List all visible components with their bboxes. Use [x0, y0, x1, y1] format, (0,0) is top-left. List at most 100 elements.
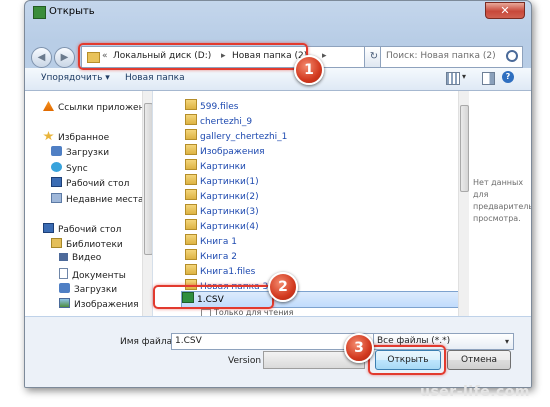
sidebar-item-downloads[interactable]: Загрузки [51, 146, 109, 158]
file-name: Картинки(1) [200, 177, 259, 187]
sidebar-item-label: Избранное [58, 133, 110, 143]
file-name: Книга 1 [200, 237, 237, 247]
sidebar-item-sync[interactable]: Sync [51, 162, 88, 174]
sidebar-item-downloads-lib[interactable]: Загрузки [59, 283, 117, 295]
close-button[interactable]: ✕ [485, 2, 525, 19]
downloads-icon [51, 146, 62, 156]
filename-label: Имя файла: [120, 337, 176, 347]
highlight-selected-file [153, 285, 274, 309]
callout-badge-1: 1 [294, 55, 324, 85]
sidebar-item-label: Рабочий стол [66, 179, 130, 189]
scrollbar-thumb[interactable] [460, 105, 469, 192]
folder-icon [185, 174, 197, 185]
pictures-icon [59, 298, 70, 308]
folder-icon [185, 189, 197, 200]
sidebar-item-desktop-root[interactable]: Рабочий стол [43, 223, 121, 235]
folder-icon [185, 144, 197, 155]
sidebar-item-label: Библиотеки [66, 240, 123, 250]
file-name: Книга1.files [200, 267, 256, 277]
folder-icon [185, 159, 197, 170]
view-options-icon[interactable] [446, 72, 460, 85]
sidebar-item-label: Ссылки приложени [58, 103, 151, 113]
list-item[interactable]: chertezhi_9 [185, 114, 252, 129]
search-icon [506, 50, 518, 62]
sidebar-item-label: Недавние места [66, 195, 144, 205]
list-item[interactable]: Картинки(3) [185, 204, 259, 219]
window-title: Открыть [49, 6, 95, 17]
sidebar-item-label: Sync [66, 164, 88, 174]
file-name: Картинки [200, 162, 246, 172]
sidebar-item-video[interactable]: Видео [59, 253, 101, 263]
documents-icon [59, 268, 68, 279]
list-item[interactable]: Картинки(4) [185, 219, 259, 234]
organize-button[interactable]: Упорядочить ▾ [41, 73, 110, 83]
new-folder-button[interactable]: Новая папка [125, 73, 185, 83]
list-item[interactable]: Книга1.files [185, 264, 255, 279]
list-item[interactable]: 599.files [185, 99, 238, 114]
list-item[interactable]: Изображения [185, 144, 265, 159]
sidebar-item-label: Документы [72, 271, 126, 281]
folder-icon [185, 114, 197, 125]
list-item[interactable]: Картинки(2) [185, 189, 259, 204]
file-list: 599.files chertezhi_9 gallery_chertezhi_… [153, 91, 468, 316]
sidebar-item-label: Загрузки [74, 285, 118, 295]
chevron-down-icon: ▾ [504, 337, 509, 346]
readonly-checkbox[interactable] [201, 309, 211, 316]
sync-icon [51, 162, 62, 172]
file-name: gallery_chertezhi_1 [200, 132, 288, 142]
back-button[interactable]: ◀ [31, 47, 52, 68]
downloads-icon [59, 283, 70, 293]
folder-icon [185, 204, 197, 215]
list-item[interactable]: Книга 1 [185, 234, 237, 249]
sidebar-item-label: Изображения [74, 300, 139, 310]
list-item[interactable]: Картинки(1) [185, 174, 259, 189]
folder-icon [185, 99, 197, 110]
site-watermark: user-life.com [420, 384, 531, 400]
preview-pane: Нет данных для предварительного просмотр… [469, 91, 531, 316]
cancel-button[interactable]: Отмена [447, 350, 511, 370]
star-icon [43, 131, 54, 141]
navigation-scrollbar[interactable] [142, 91, 152, 316]
version-label: Version [228, 356, 262, 366]
desktop-icon [43, 223, 54, 233]
folder-icon [185, 264, 197, 275]
sidebar-item-documents[interactable]: Документы [59, 268, 126, 281]
sidebar-item-recent[interactable]: Недавние места [51, 193, 144, 205]
search-input[interactable]: Поиск: Новая папка (2) [386, 51, 496, 61]
vlc-icon [43, 101, 54, 111]
file-list-scrollbar[interactable] [458, 91, 469, 316]
file-name: Книга 2 [200, 252, 237, 262]
breadcrumb-separator-end[interactable]: ▸ [322, 51, 327, 61]
file-name: Картинки(2) [200, 192, 259, 202]
file-name: Изображения [200, 147, 265, 157]
recent-places-icon [51, 193, 62, 203]
file-name: Картинки(3) [200, 207, 259, 217]
command-bar: Упорядочить ▾ Новая папка ▾ ? [25, 68, 531, 91]
libraries-icon [51, 238, 62, 248]
preview-message: Нет данных для предварительного просмотр… [473, 178, 532, 223]
sidebar-item-images[interactable]: Изображения [59, 298, 139, 310]
search-box[interactable]: Поиск: Новая папка (2) [380, 46, 523, 68]
sidebar-item-desktop[interactable]: Рабочий стол [51, 177, 129, 189]
title-bar: Открыть ✕ [25, 1, 531, 23]
scrollbar-thumb[interactable] [144, 103, 152, 255]
sidebar-item-favorites[interactable]: Избранное [43, 131, 109, 143]
sidebar-item-label: Рабочий стол [58, 225, 122, 235]
highlight-address-bar [78, 43, 308, 70]
help-icon[interactable]: ? [502, 71, 514, 83]
sidebar-item-libraries[interactable]: Библиотеки [51, 238, 123, 250]
video-icon [59, 253, 68, 261]
preview-pane-icon[interactable] [482, 72, 495, 85]
app-icon [33, 6, 46, 19]
readonly-label: Только для чтения [214, 308, 294, 316]
sidebar-item-app-links[interactable]: Ссылки приложени [43, 101, 150, 113]
forward-button[interactable]: ▶ [54, 47, 75, 68]
file-name: Картинки(4) [200, 222, 259, 232]
folder-icon [185, 249, 197, 260]
list-item[interactable]: Книга 2 [185, 249, 237, 264]
view-dropdown-arrow[interactable]: ▾ [462, 72, 466, 81]
desktop-icon [51, 177, 62, 187]
list-item[interactable]: gallery_chertezhi_1 [185, 129, 287, 144]
highlight-open-button [368, 345, 446, 375]
list-item[interactable]: Картинки [185, 159, 246, 174]
